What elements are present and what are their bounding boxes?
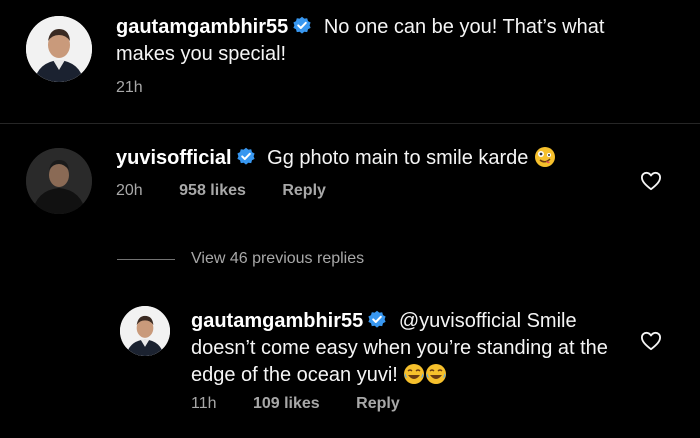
avatar[interactable] [26, 16, 92, 82]
comment-body: yuvisofficial Gg photo main to smile kar… [116, 145, 616, 172]
verified-badge-icon [237, 147, 255, 165]
view-previous-replies-label: View 46 previous replies [191, 250, 365, 267]
laughing-tears-emoji-2 [426, 364, 447, 384]
verified-badge-icon [293, 16, 311, 34]
reply-body: gautamgambhir55 @yuvisofficial Smile doe… [191, 308, 621, 389]
laughing-tears-emoji [403, 364, 447, 386]
reply-username[interactable]: gautamgambhir55 [191, 310, 363, 332]
like-count[interactable]: 109 likes [253, 395, 320, 412]
like-count[interactable]: 958 likes [179, 182, 246, 199]
reply-time: 11h [191, 395, 217, 412]
comment-username[interactable]: gautamgambhir55 [116, 16, 288, 38]
comment-username[interactable]: yuvisofficial [116, 147, 232, 169]
reply-meta: 11h 109 likes Reply [191, 395, 400, 413]
comment-meta: 20h 958 likes Reply [116, 182, 326, 200]
comment-time: 20h [116, 182, 143, 199]
reply-button[interactable]: Reply [356, 395, 400, 412]
comment-body: gautamgambhir55 No one can be you! That’… [116, 14, 656, 68]
replies-divider-line [117, 259, 175, 260]
zany-face-emoji [534, 147, 555, 167]
view-previous-replies-button[interactable]: View 46 previous replies [191, 250, 364, 268]
heart-icon[interactable] [640, 331, 662, 351]
avatar[interactable] [120, 306, 170, 356]
comment-time: 21h [116, 79, 143, 96]
comment-meta: 21h [116, 79, 143, 97]
comment-text: Gg photo main to smile karde [267, 147, 529, 169]
mention-link[interactable]: @yuvisofficial [399, 310, 521, 332]
laughing-tears-emoji-1 [404, 364, 425, 384]
section-divider [0, 123, 700, 124]
reply-button[interactable]: Reply [282, 182, 326, 199]
verified-badge-icon [368, 310, 386, 328]
heart-icon[interactable] [640, 171, 662, 191]
avatar[interactable] [26, 148, 92, 214]
